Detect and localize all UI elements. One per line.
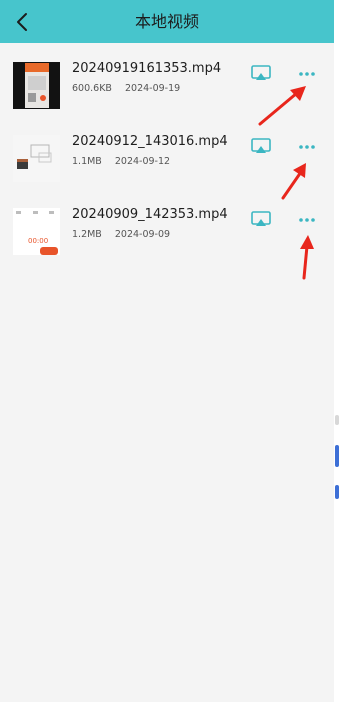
video-filename: 20240912_143016.mp4: [72, 134, 228, 149]
video-filename: 20240909_142353.mp4: [72, 207, 228, 222]
video-thumbnail[interactable]: 00:00: [13, 208, 60, 255]
cast-button[interactable]: [250, 137, 272, 157]
thumbnail-image: [13, 135, 60, 182]
more-options-button[interactable]: [296, 210, 318, 230]
edge-mark: [335, 445, 339, 467]
video-meta: 1.2MB 2024-09-09: [72, 229, 170, 240]
more-options-button[interactable]: [296, 64, 318, 84]
app-header: 本地视频: [0, 0, 334, 43]
video-meta: 600.6KB 2024-09-19: [72, 83, 180, 94]
thumbnail-image: [13, 62, 60, 109]
video-list: 20240919161353.mp4 600.6KB 2024-09-19 20…: [0, 43, 334, 702]
video-thumbnail[interactable]: [13, 135, 60, 182]
video-date: 2024-09-09: [114, 229, 171, 240]
background-window-edge: [334, 0, 339, 702]
more-options-button[interactable]: [296, 137, 318, 157]
more-horizontal-icon: [299, 218, 315, 222]
video-item[interactable]: 00:00 20240909_142353.mp4 1.2MB 2024-09-…: [0, 202, 334, 272]
thumbnail-image: [13, 208, 60, 255]
video-date: 2024-09-19: [124, 83, 181, 94]
screen-cast-icon: [251, 138, 271, 153]
cast-button[interactable]: [250, 64, 272, 84]
video-size: 600.6KB: [72, 83, 112, 94]
screen-cast-icon: [251, 211, 271, 226]
video-size: 1.2MB: [72, 229, 102, 240]
video-thumbnail[interactable]: [13, 62, 60, 109]
video-item[interactable]: 20240919161353.mp4 600.6KB 2024-09-19: [0, 56, 334, 126]
video-size: 1.1MB: [72, 156, 102, 167]
video-filename: 20240919161353.mp4: [72, 61, 222, 76]
cast-button[interactable]: [250, 210, 272, 230]
video-date: 2024-09-12: [114, 156, 171, 167]
video-item[interactable]: 20240912_143016.mp4 1.1MB 2024-09-12: [0, 129, 334, 199]
page-title: 本地视频: [134, 12, 199, 31]
more-horizontal-icon: [299, 72, 315, 76]
thumbnail-timer: 00:00: [28, 237, 49, 245]
video-meta: 1.1MB 2024-09-12: [72, 156, 170, 167]
more-horizontal-icon: [299, 145, 315, 149]
edge-mark: [335, 485, 339, 499]
screen-cast-icon: [251, 65, 271, 80]
edge-mark: [335, 415, 339, 425]
